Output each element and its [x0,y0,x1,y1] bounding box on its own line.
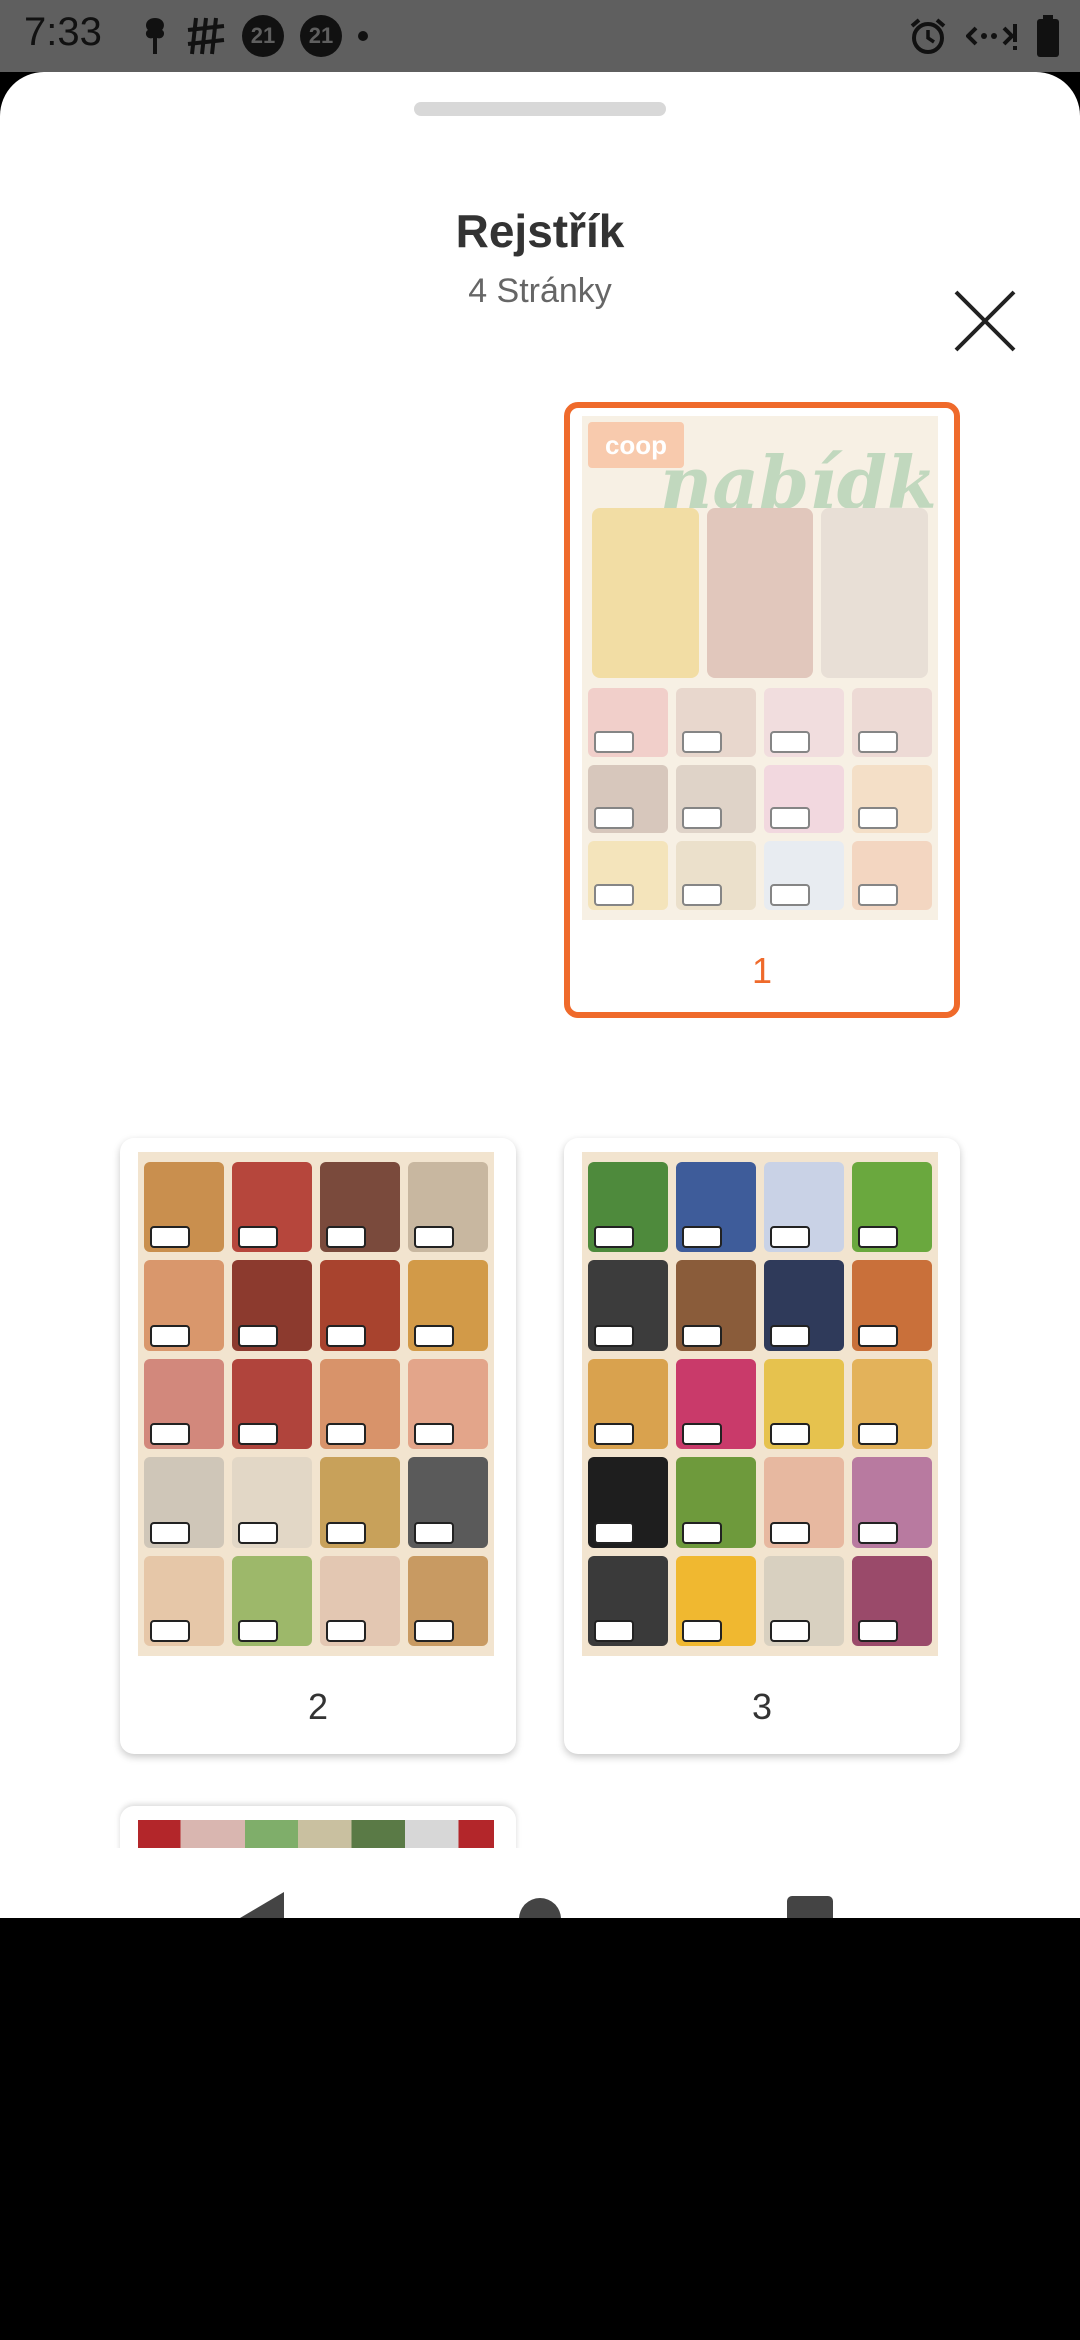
status-bar: 7:33 21 21 [0,0,1080,72]
sheet-title: Rejstřík [455,205,625,257]
page-thumbnail: coop nabídka [582,416,938,920]
dot-icon [358,31,368,41]
page-card-2[interactable]: 2 [120,1138,516,1754]
data-saver-icon [966,24,1017,50]
sheet-drag-handle[interactable] [414,102,666,116]
page-thumbnail [138,1820,494,1848]
page-card-4[interactable] [120,1806,516,1848]
page-grid: coop nabídka [0,402,1080,1848]
page-card-3[interactable]: 3 [564,1138,960,1754]
badge-21-icon: 21 [300,15,342,57]
close-icon[interactable] [948,284,1022,358]
page-index-sheet: Rejstřík 4 Stránky coop nabídka [0,72,1080,1918]
navigation-bar [0,1848,1080,1918]
alarm-icon [910,18,946,54]
flyer-products [588,1162,932,1646]
badge-21-icon: 21 [242,15,284,57]
home-icon[interactable] [519,1898,561,1918]
back-icon[interactable] [240,1892,284,1918]
recents-icon[interactable] [787,1896,833,1918]
flyer-products [588,688,932,910]
hashtag-icon [187,17,225,55]
status-notification-icons: 21 21 [140,14,368,58]
status-time: 7:33 [24,10,102,54]
flyer-cover: coop nabídka [582,416,938,920]
page-number: 2 [307,1686,329,1727]
status-system-icons [908,14,1060,58]
flyer-hero [592,508,929,678]
page-number: 1 [751,950,773,991]
battery-icon [1037,15,1059,57]
flyer-page [138,1152,494,1656]
page-number: 3 [751,1686,773,1727]
flyer-products [144,1162,488,1646]
page-card-1[interactable]: coop nabídka [564,402,960,1018]
notification-icon [145,18,165,54]
flyer-page [582,1152,938,1656]
page-thumbnail [138,1152,494,1656]
page-thumbnail [582,1152,938,1656]
page-count: 4 Stránky [468,272,612,310]
